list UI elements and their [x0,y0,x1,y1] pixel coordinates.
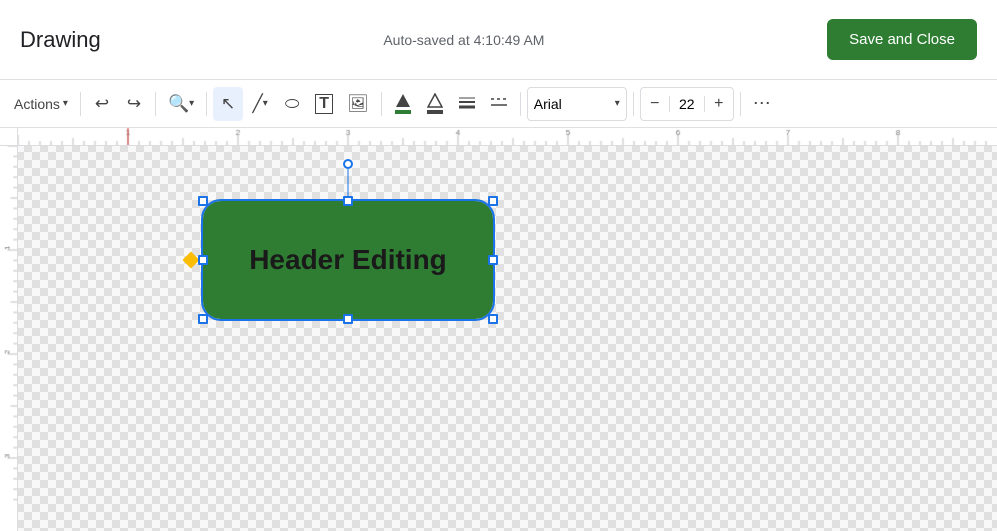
actions-label: Actions [14,96,60,112]
divider-7 [740,92,741,116]
shape-text: Header Editing [249,244,447,276]
increase-icon: + [714,95,723,113]
line-weight-icon [458,94,476,114]
divider-6 [633,92,634,116]
rotation-handle[interactable] [343,159,353,169]
drawing-content[interactable]: Header Editing [18,146,997,531]
line-icon: ╱ [253,94,263,114]
select-tool-button[interactable]: ↖ [213,87,243,121]
zoom-icon: 🔍 [168,94,189,114]
border-color-button[interactable] [420,87,450,121]
yellow-corner-handle[interactable] [183,252,200,269]
font-selector[interactable]: Arial ▾ [527,87,627,121]
redo-button[interactable]: ↪ [119,87,149,121]
handle-top-right[interactable] [488,196,498,206]
line-dash-button[interactable] [484,87,514,121]
line-tool-button[interactable]: ╱ ▾ [245,87,275,121]
actions-menu[interactable]: Actions ▾ [8,87,74,121]
font-name: Arial [534,96,615,112]
handle-bottom-right[interactable] [488,314,498,324]
divider-2 [155,92,156,116]
app-title: Drawing [20,27,101,53]
undo-icon: ↩ [95,94,109,114]
fill-icon [395,93,411,114]
shape-container[interactable]: Header Editing [203,201,493,319]
actions-dropdown-arrow: ▾ [63,98,68,109]
app-header: Drawing Auto-saved at 4:10:49 AM Save an… [0,0,997,80]
fill-color-button[interactable] [388,87,418,121]
image-tool-button[interactable]: 🖼 [341,87,375,121]
decrease-icon: − [650,95,659,113]
divider-4 [381,92,382,116]
undo-button[interactable]: ↩ [87,87,117,121]
font-size-input[interactable] [669,96,705,112]
divider-5 [520,92,521,116]
autosave-status: Auto-saved at 4:10:49 AM [383,32,544,48]
handle-middle-left[interactable] [198,255,208,265]
save-close-button[interactable]: Save and Close [827,19,977,60]
zoom-button[interactable]: 🔍 ▾ [162,87,200,121]
font-size-increase-button[interactable]: + [705,87,733,121]
handle-bottom-middle[interactable] [343,314,353,324]
textbox-icon: T [315,94,333,114]
image-icon: 🖼 [347,94,369,114]
more-icon: ⋯ [753,93,772,114]
divider-3 [206,92,207,116]
divider-1 [80,92,81,116]
shape-icon: ⬭ [285,94,300,114]
rotation-line [348,169,349,196]
textbox-tool-button[interactable]: T [309,87,339,121]
font-selector-arrow: ▾ [615,98,620,109]
handle-top-left[interactable] [198,196,208,206]
redo-icon: ↪ [127,94,141,114]
toolbar: Actions ▾ ↩ ↪ 🔍 ▾ ↖ ╱ ▾ ⬭ T 🖼 [0,80,997,128]
more-options-button[interactable]: ⋯ [747,87,778,121]
handle-middle-right[interactable] [488,255,498,265]
horizontal-ruler [18,128,997,146]
shape-tool-button[interactable]: ⬭ [277,87,307,121]
canvas-area[interactable]: Header Editing [0,128,997,531]
line-arrow: ▾ [263,98,268,109]
ruler-corner [0,128,18,146]
border-color-icon [427,93,443,114]
select-icon: ↖ [221,94,235,114]
handle-bottom-left[interactable] [198,314,208,324]
line-weight-button[interactable] [452,87,482,121]
vertical-ruler [0,146,18,531]
zoom-arrow: ▾ [189,98,194,109]
font-size-container: − + [640,87,734,121]
font-size-decrease-button[interactable]: − [641,87,669,121]
shape-box[interactable]: Header Editing [203,201,493,319]
line-dash-icon [490,94,508,114]
handle-top-middle[interactable] [343,196,353,206]
